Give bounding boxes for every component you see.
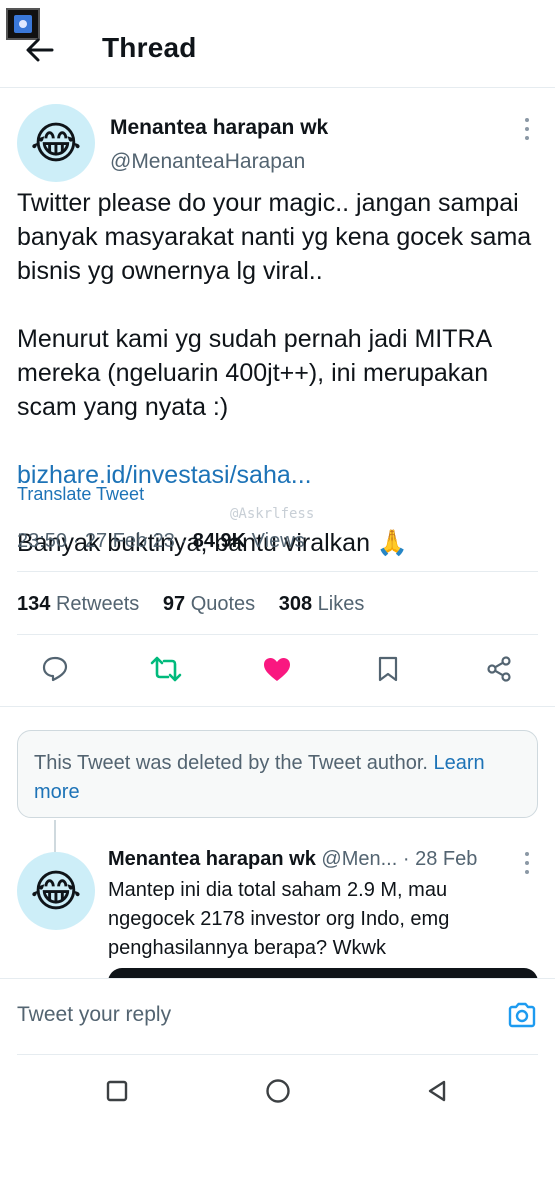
tweet-paragraph: Menurut kami yg sudah pernah jadi MITRA … bbox=[17, 325, 491, 421]
quotes-stat[interactable]: 97 Quotes bbox=[163, 593, 255, 615]
divider bbox=[17, 1054, 538, 1055]
reply-tweet-text: Mantep ini dia total saham 2.9 M, mau ng… bbox=[108, 879, 450, 959]
section-separator bbox=[0, 706, 555, 707]
more-options-icon[interactable] bbox=[522, 852, 532, 874]
camera-icon[interactable] bbox=[506, 999, 538, 1031]
translate-tweet-link[interactable]: Translate Tweet bbox=[17, 484, 144, 505]
author-handle[interactable]: @Men... bbox=[321, 848, 397, 870]
tweet-date: · 28 Feb bbox=[402, 848, 478, 870]
author-name[interactable]: Menantea harapan wk bbox=[108, 848, 316, 870]
more-options-icon[interactable] bbox=[522, 118, 532, 140]
divider bbox=[17, 634, 538, 635]
arrow-left-icon[interactable] bbox=[22, 32, 58, 68]
watermark: @Askrlfess bbox=[230, 506, 315, 522]
reply-composer bbox=[0, 978, 555, 1054]
avatar[interactable]: 😂 bbox=[17, 852, 95, 930]
reply-input[interactable] bbox=[17, 993, 487, 1037]
reply-icon[interactable] bbox=[38, 652, 72, 686]
tweet-meta: 23:50 · 27 Feb 23 · 84.9K Views bbox=[17, 530, 305, 552]
views-label: Views bbox=[251, 530, 305, 552]
tweet-time: 23:50 bbox=[17, 530, 68, 552]
author-name[interactable]: Menantea harapan wk bbox=[110, 116, 328, 140]
share-icon[interactable] bbox=[482, 652, 516, 686]
action-bar bbox=[0, 640, 555, 700]
deleted-tweet-notice: This Tweet was deleted by the Tweet auth… bbox=[17, 730, 538, 818]
top-bar: Thread bbox=[0, 0, 555, 88]
square-icon[interactable] bbox=[102, 1076, 132, 1106]
avatar[interactable]: 😂 bbox=[17, 104, 95, 182]
page-title: Thread bbox=[102, 32, 197, 63]
reply-header: Menantea harapan wk @Men... · 28 Feb bbox=[108, 848, 477, 871]
thread-connector-line bbox=[54, 820, 56, 852]
retweets-stat[interactable]: 134 Retweets bbox=[17, 593, 139, 615]
views-count[interactable]: 84.9K bbox=[193, 530, 246, 552]
tweet-paragraph: Twitter please do your magic.. jangan sa… bbox=[17, 189, 532, 285]
bookmark-icon[interactable] bbox=[371, 652, 405, 686]
engagement-stats: 134 Retweets 97 Quotes 308 Likes bbox=[17, 593, 382, 616]
likes-stat[interactable]: 308 Likes bbox=[279, 593, 365, 615]
tweet-date: 27 Feb 23 bbox=[84, 530, 175, 552]
triangle-back-icon[interactable] bbox=[422, 1076, 452, 1106]
system-nav-bar bbox=[0, 1056, 555, 1200]
divider bbox=[17, 571, 538, 572]
retweet-icon[interactable] bbox=[149, 652, 183, 686]
deleted-notice-text: This Tweet was deleted by the Tweet auth… bbox=[34, 752, 428, 774]
like-icon[interactable] bbox=[260, 652, 294, 686]
author-handle[interactable]: @MenanteaHarapan bbox=[110, 150, 305, 174]
circle-icon[interactable] bbox=[263, 1076, 293, 1106]
